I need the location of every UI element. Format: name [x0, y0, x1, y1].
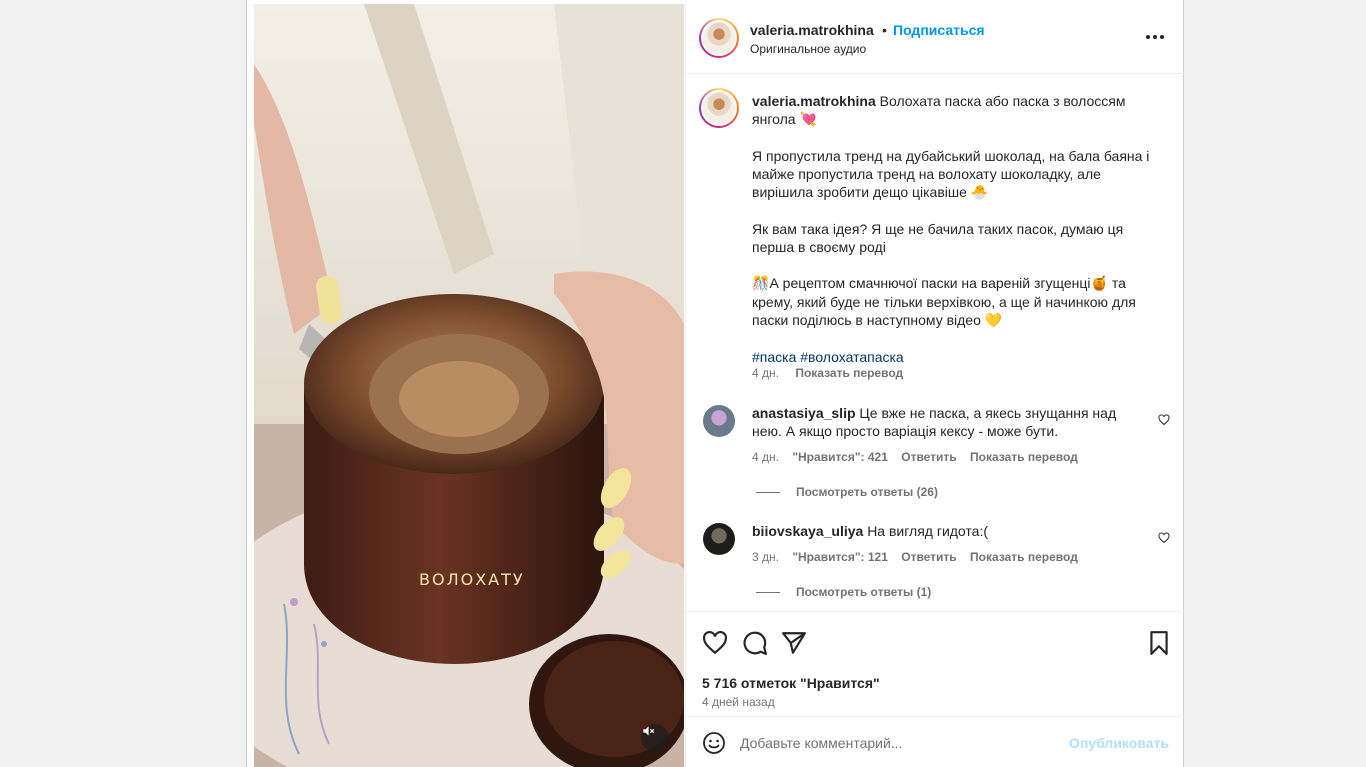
speaker-muted-icon [643, 726, 655, 736]
video-overlay-text: ВОЛОХАТУ [419, 570, 525, 589]
comment-text-block: biiovskaya_uliya На вигляд гидота:( [752, 522, 1132, 540]
smile-icon[interactable] [702, 731, 726, 755]
comment-likes[interactable]: "Нравится": 421 [792, 450, 888, 464]
bookmark-icon[interactable] [1146, 630, 1172, 656]
author-username[interactable]: valeria.matrokhina [750, 22, 874, 38]
heart-arrow-emoji: 💘 [799, 112, 817, 128]
page-backdrop-left [0, 0, 246, 767]
caption-paragraph-3a: А рецептом смачнючої паски на вареній зг… [769, 275, 1091, 291]
comment-icon[interactable] [742, 630, 768, 656]
commenter-username[interactable]: biiovskaya_uliya [752, 523, 863, 539]
follow-button[interactable]: Подписаться [893, 22, 985, 38]
view-replies-button[interactable]: Посмотреть ответы (1) [756, 585, 931, 599]
comment-form: Опубликовать [686, 716, 1184, 767]
comment-translate-link[interactable]: Показать перевод [970, 550, 1078, 564]
more-options-button[interactable] [1146, 30, 1166, 44]
view-replies-label: Посмотреть ответы (1) [796, 585, 932, 599]
post-header: valeria.matrokhina • Подписаться Оригина… [686, 4, 1184, 74]
comment-reply-button[interactable]: Ответить [901, 450, 956, 464]
comment-translate-link[interactable]: Показать перевод [970, 450, 1078, 464]
publish-button[interactable]: Опубликовать [1069, 735, 1169, 751]
send-icon[interactable] [781, 630, 807, 656]
caption-username[interactable]: valeria.matrokhina [752, 93, 876, 109]
post-actions: 5 716 отметок "Нравится" 4 дней назад [686, 611, 1184, 716]
comments-list[interactable]: valeria.matrokhina Волохата паска або па… [686, 75, 1184, 611]
post-video[interactable]: ВОЛОХАТУ [254, 4, 684, 767]
chick-emoji: 🐣 [970, 185, 989, 201]
view-replies-label: Посмотреть ответы (26) [796, 485, 938, 499]
comment-reply-button[interactable]: Ответить [901, 550, 956, 564]
post-side-panel: valeria.matrokhina • Подписаться Оригина… [685, 4, 1184, 767]
post-time-ago[interactable]: 4 дней назад [702, 695, 775, 709]
page-backdrop-right [1184, 0, 1366, 767]
mute-button[interactable] [641, 724, 669, 752]
honey-emoji: 🍯 [1090, 276, 1108, 292]
comment-time[interactable]: 3 дн. [752, 550, 779, 564]
comment-meta: 3 дн. "Нравится": 121 Ответить Показать … [752, 550, 1088, 564]
comment-meta: 4 дн. "Нравится": 421 Ответить Показать … [752, 450, 1088, 464]
comment-text: На вигляд гидота:( [867, 523, 989, 539]
comment-text-block: anastasiya_slip Це вже не паска, а якесь… [752, 404, 1132, 440]
more-horizontal-icon [1146, 35, 1150, 39]
comment-like-icon[interactable] [1158, 414, 1170, 426]
caption-author-avatar[interactable] [699, 88, 739, 128]
commenter-username[interactable]: anastasiya_slip [752, 405, 856, 421]
caption-time[interactable]: 4 дн. [752, 366, 779, 380]
caption-translate-link[interactable]: Показать перевод [795, 366, 903, 380]
caption-paragraph-1: Я пропустила тренд на дубайський шоколад… [752, 148, 1150, 200]
post-caption: valeria.matrokhina Волохата паска або па… [752, 92, 1162, 384]
comment-like-icon[interactable] [1158, 532, 1170, 544]
view-replies-button[interactable]: Посмотреть ответы (26) [756, 485, 938, 499]
video-frame-illustration [254, 4, 684, 767]
confetti-emoji: 🎊 [752, 276, 770, 292]
heart-icon[interactable] [702, 630, 728, 656]
commenter-avatar[interactable] [703, 405, 735, 437]
commenter-avatar[interactable] [703, 523, 735, 555]
comment-time[interactable]: 4 дн. [752, 450, 779, 464]
caption-paragraph-2: Як вам така ідея? Я ще не бачила таких п… [752, 221, 1124, 255]
comment-input[interactable] [740, 731, 1060, 755]
separator-dot: • [882, 22, 887, 38]
caption-hashtags[interactable]: #паска #волохатапаска [752, 348, 1162, 366]
likes-count[interactable]: 5 716 отметок "Нравится" [702, 675, 880, 691]
yellow-heart-emoji: 💛 [984, 313, 1003, 329]
author-avatar[interactable] [699, 18, 739, 58]
caption-meta: 4 дн. Показать перевод [752, 366, 916, 380]
comment-likes[interactable]: "Нравится": 121 [792, 550, 888, 564]
audio-label[interactable]: Оригинальное аудио [750, 42, 866, 56]
